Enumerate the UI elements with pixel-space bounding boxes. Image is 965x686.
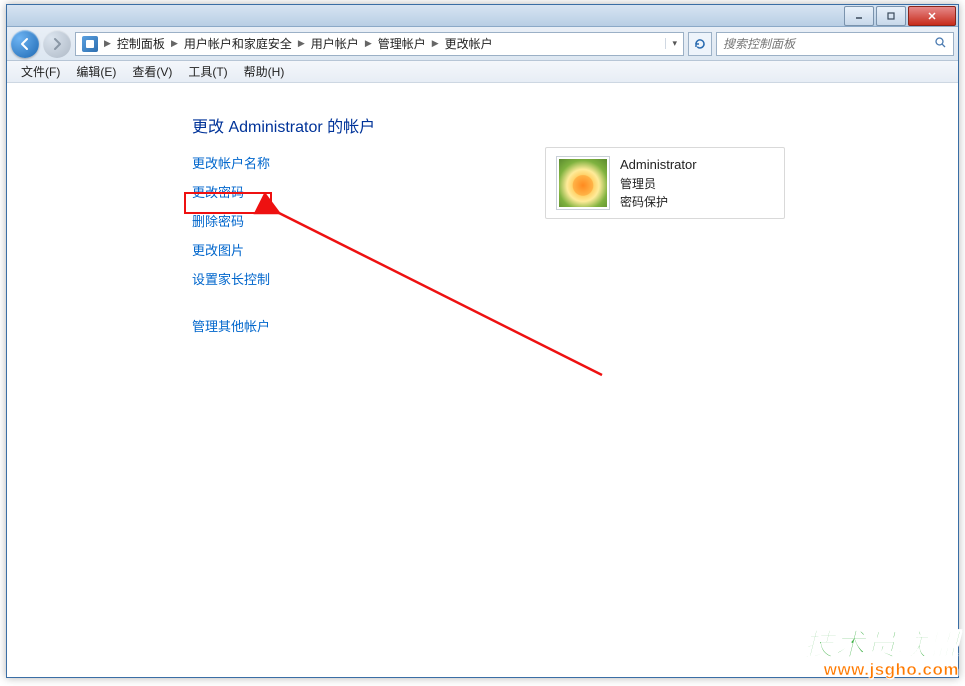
account-info: Administrator 管理员 密码保护	[620, 155, 697, 211]
search-input[interactable]	[723, 37, 934, 51]
menu-file[interactable]: 文件(F)	[13, 61, 68, 82]
flower-icon	[559, 159, 607, 207]
account-role: 管理员	[620, 175, 697, 193]
back-button[interactable]	[11, 30, 39, 58]
refresh-button[interactable]	[688, 32, 712, 56]
breadcrumb-sep-icon: ▶	[298, 38, 305, 49]
content-area: 更改 Administrator 的帐户 更改帐户名称 更改密码 删除密码 更改…	[7, 83, 958, 677]
watermark-line1: 技术员联盟	[804, 620, 959, 664]
control-panel-icon	[82, 36, 98, 52]
minimize-button[interactable]	[844, 6, 874, 26]
address-bar[interactable]: ▶ 控制面板 ▶ 用户帐户和家庭安全 ▶ 用户帐户 ▶ 管理帐户 ▶ 更改帐户 …	[75, 32, 684, 56]
breadcrumb-item[interactable]: 用户帐户	[305, 33, 365, 55]
menu-help[interactable]: 帮助(H)	[236, 61, 293, 82]
breadcrumb-sep-icon: ▶	[171, 38, 178, 49]
page-title: 更改 Administrator 的帐户	[192, 113, 918, 137]
breadcrumb-sep-icon: ▶	[365, 38, 372, 49]
breadcrumb-item[interactable]: 更改帐户	[439, 33, 499, 55]
menu-bar: 文件(F) 编辑(E) 查看(V) 工具(T) 帮助(H)	[7, 61, 958, 83]
window: ▶ 控制面板 ▶ 用户帐户和家庭安全 ▶ 用户帐户 ▶ 管理帐户 ▶ 更改帐户 …	[6, 4, 959, 678]
link-parental-controls[interactable]: 设置家长控制	[192, 269, 918, 288]
avatar	[556, 156, 610, 210]
breadcrumb-item[interactable]: 管理帐户	[372, 33, 432, 55]
menu-edit[interactable]: 编辑(E)	[68, 61, 124, 82]
account-name: Administrator	[620, 155, 697, 175]
menu-tools[interactable]: 工具(T)	[180, 61, 235, 82]
chevron-down-icon: ▾	[665, 38, 683, 49]
nav-row: ▶ 控制面板 ▶ 用户帐户和家庭安全 ▶ 用户帐户 ▶ 管理帐户 ▶ 更改帐户 …	[7, 27, 958, 61]
link-change-picture[interactable]: 更改图片	[192, 240, 918, 259]
account-card: Administrator 管理员 密码保护	[545, 147, 785, 219]
search-icon	[934, 36, 947, 52]
maximize-button[interactable]	[876, 6, 906, 26]
watermark: 技术员联盟 www.jsgho.com	[804, 620, 959, 680]
breadcrumb-item[interactable]: 控制面板	[111, 33, 171, 55]
close-button[interactable]	[908, 6, 956, 26]
link-manage-other[interactable]: 管理其他帐户	[192, 316, 918, 335]
search-box[interactable]	[716, 32, 954, 56]
breadcrumb-sep-icon: ▶	[432, 38, 439, 49]
titlebar	[7, 5, 958, 27]
breadcrumb-item[interactable]: 用户帐户和家庭安全	[178, 33, 298, 55]
breadcrumb-sep-icon: ▶	[104, 38, 111, 49]
watermark-line2: www.jsgho.com	[804, 660, 959, 680]
forward-button[interactable]	[43, 30, 71, 58]
address-dropdown[interactable]: ▾	[665, 38, 683, 49]
account-pw-status: 密码保护	[620, 193, 697, 211]
menu-view[interactable]: 查看(V)	[124, 61, 180, 82]
